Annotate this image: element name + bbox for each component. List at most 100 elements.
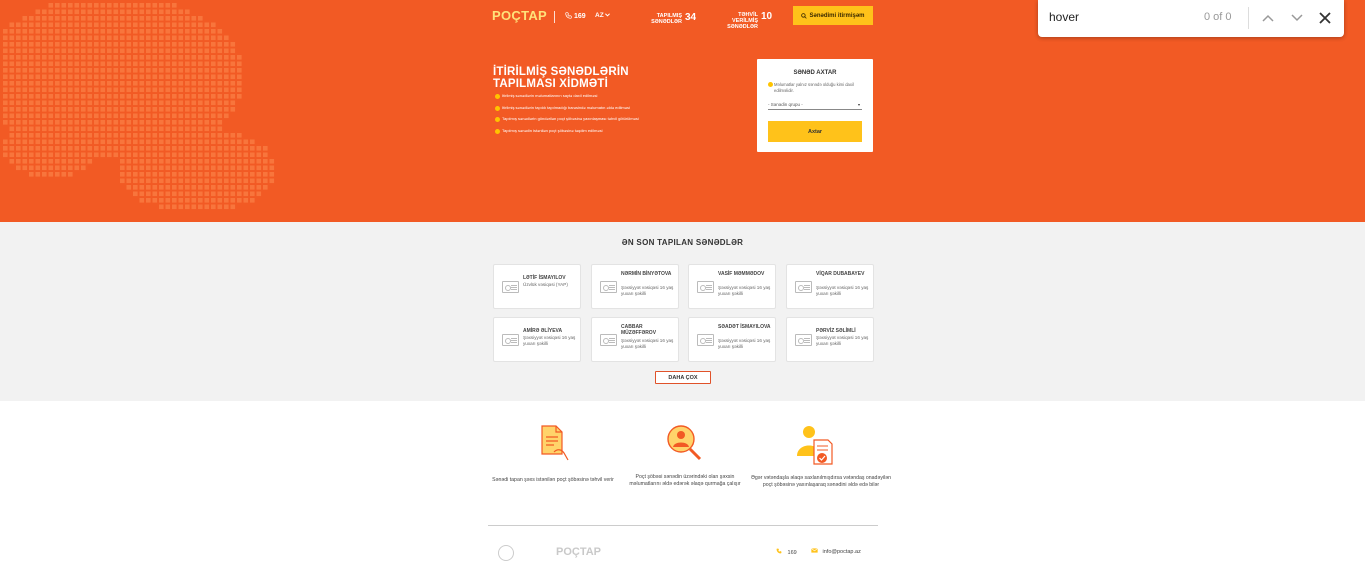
map-dot [159, 74, 164, 80]
map-dot [133, 172, 138, 177]
map-dot [87, 139, 93, 145]
map-dot [224, 100, 229, 106]
site-logo[interactable]: POÇTAP [492, 8, 547, 23]
find-previous-button[interactable] [1260, 10, 1276, 26]
map-dot [120, 172, 125, 177]
search-button[interactable]: Axtar [768, 121, 862, 142]
map-dot [152, 42, 158, 47]
document-group-select[interactable]: - Sənədin qrupu - [768, 100, 862, 110]
map-dot [113, 3, 119, 8]
map-dot [198, 68, 203, 73]
map-dot [126, 165, 132, 171]
map-dot [29, 16, 34, 21]
document-card[interactable]: VASİF MƏMMƏDOV Şəxsiyyət vəsiqəsi 16 yaş… [688, 264, 776, 309]
map-dot [3, 48, 8, 54]
map-dot [146, 146, 151, 151]
map-dot [178, 178, 184, 184]
document-card[interactable]: CABBAR MÜZƏFFƏROV Şəxsiyyət vəsiqəsi 16 … [591, 317, 679, 362]
map-dot [165, 22, 171, 28]
map-dot [55, 159, 60, 164]
map-dot [263, 152, 268, 158]
map-dot [139, 87, 145, 93]
document-card[interactable]: VİQAR DUBABAYEV Şəxsiyyət vəsiqəsi 16 ya… [786, 264, 874, 309]
map-dot [139, 133, 145, 138]
map-dot [68, 29, 73, 34]
map-dot [250, 172, 255, 177]
check-icon [495, 105, 500, 111]
map-dot [61, 29, 67, 34]
map-dot [35, 139, 41, 145]
map-dot [81, 107, 86, 112]
map-dot [48, 68, 54, 73]
map-dot [139, 113, 145, 119]
map-dot [165, 48, 171, 54]
map-dot [48, 48, 54, 54]
map-dot [55, 48, 60, 54]
map-dot [55, 94, 60, 99]
map-dot [42, 22, 47, 28]
map-dot [22, 107, 28, 112]
map-dot [133, 3, 138, 8]
find-close-button[interactable] [1317, 10, 1333, 26]
footer-logo[interactable]: POÇTAP [556, 546, 601, 558]
map-dot [87, 126, 93, 132]
map-dot [22, 152, 28, 158]
map-dot [139, 178, 145, 184]
map-dot [120, 159, 125, 164]
find-next-button[interactable] [1289, 10, 1305, 26]
document-card[interactable]: SƏADƏT İSMAYILOVA Şəxsiyyət vəsiqəsi 16 … [688, 317, 776, 362]
map-dot [185, 204, 190, 210]
phone-link[interactable]: 169 [565, 12, 586, 20]
map-dot [224, 107, 229, 112]
map-dot [237, 178, 242, 184]
map-dot [139, 29, 145, 34]
map-dot [68, 152, 73, 158]
map-dot [204, 81, 210, 86]
map-dot [68, 42, 73, 47]
map-dot [35, 107, 41, 112]
document-card[interactable]: LƏTİF İSMAYILOV Üzvlük vəsiqəsi (YAP) [493, 264, 581, 309]
show-more-button[interactable]: DAHA ÇOX [655, 371, 711, 384]
map-dot [204, 61, 210, 67]
map-dot [269, 172, 275, 177]
find-input[interactable]: hover [1049, 10, 1079, 24]
map-dot [16, 152, 21, 158]
map-dot [152, 133, 158, 138]
map-dot [165, 87, 171, 93]
ministry-emblem [498, 545, 514, 561]
footer-email[interactable]: info@poctap.az [811, 548, 861, 555]
map-dot [29, 42, 34, 47]
map-dot [55, 22, 60, 28]
map-dot [42, 120, 47, 125]
map-dot [81, 152, 86, 158]
footer-phone[interactable]: 169 [776, 548, 797, 556]
map-dot [224, 165, 229, 171]
map-dot [87, 100, 93, 106]
map-dot [9, 152, 15, 158]
map-dot [159, 68, 164, 73]
map-dot [217, 29, 223, 34]
map-dot [191, 120, 197, 125]
map-dot [29, 172, 34, 177]
document-card[interactable]: AMİRƏ ƏLİYEVA Şəxsiyyət vəsiqəsi 16 yaş … [493, 317, 581, 362]
map-dot [81, 68, 86, 73]
map-dot [211, 120, 216, 125]
map-dot [55, 42, 60, 47]
map-dot [29, 74, 34, 80]
map-dot [81, 94, 86, 99]
map-dot [74, 87, 80, 93]
map-dot [100, 3, 106, 8]
map-dot [9, 81, 15, 86]
document-card[interactable]: PƏRVİZ SƏLİMLİ Şəxsiyyət vəsiqəsi 16 yaş… [786, 317, 874, 362]
map-dot [87, 133, 93, 138]
language-selector[interactable]: AZ [595, 12, 611, 19]
map-dot [87, 61, 93, 67]
map-dot [230, 81, 236, 86]
map-dot [217, 113, 223, 119]
map-dot [42, 133, 47, 138]
document-card[interactable]: NƏRMİN BİNYƏTOVA Şəxsiyyət vəsiqəsi 16 y… [591, 264, 679, 309]
map-dot [87, 146, 93, 151]
map-dot [159, 139, 164, 145]
map-dot [94, 3, 99, 8]
lost-document-button[interactable]: Sənədimi itirmişəm [793, 6, 873, 25]
